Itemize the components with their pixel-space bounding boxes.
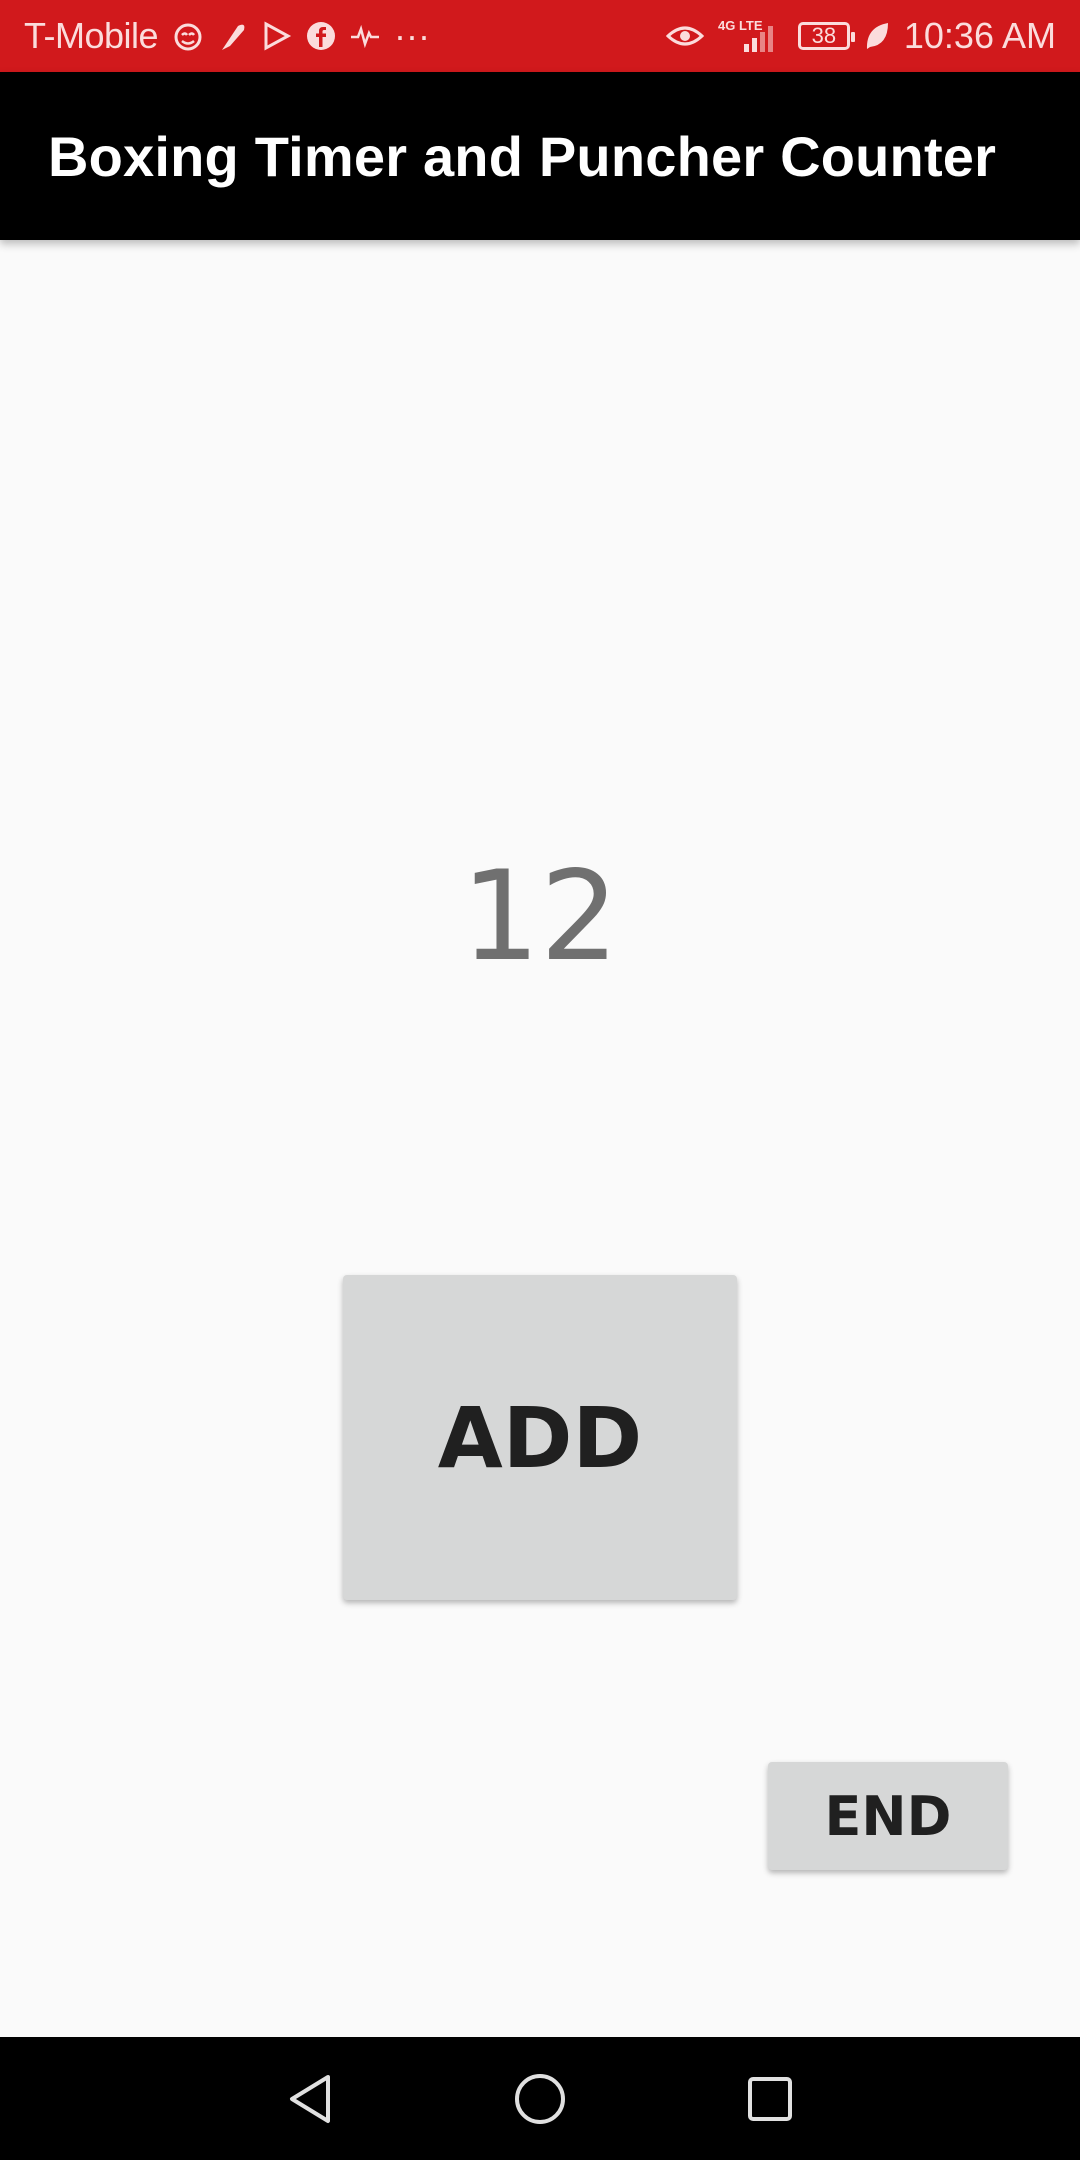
status-left: T-Mobile ···	[24, 15, 430, 57]
carrier-name: T-Mobile	[24, 15, 159, 56]
signal-icon: 4G LTE	[718, 18, 784, 54]
eye-icon	[665, 22, 704, 50]
navigation-bar	[0, 2037, 1080, 2160]
end-button[interactable]: END	[768, 1762, 1008, 1870]
facebook-icon	[306, 21, 336, 51]
feather-icon	[218, 20, 248, 52]
cat-face-icon	[172, 20, 204, 52]
battery-level: 38	[811, 23, 837, 48]
network-type-label: 4G LTE	[718, 18, 763, 33]
clock: 10:36 AM	[903, 15, 1056, 56]
battery-icon: 38	[797, 22, 855, 50]
play-store-icon	[262, 21, 292, 51]
app-title: Boxing Timer and Puncher Counter	[48, 124, 997, 188]
punch-count: 12	[461, 845, 619, 989]
status-bar: T-Mobile ··· 4G LTE 38 10:36 AM	[0, 0, 1080, 72]
status-right: 4G LTE 38 10:36 AM	[665, 15, 1056, 57]
overflow-indicator: ···	[394, 15, 431, 56]
add-button[interactable]: ADD	[343, 1275, 737, 1600]
back-icon[interactable]	[270, 2059, 350, 2139]
app-bar: Boxing Timer and Puncher Counter	[0, 72, 1080, 240]
leaf-icon	[864, 21, 890, 51]
pulse-icon	[350, 24, 380, 48]
recents-icon[interactable]	[730, 2059, 810, 2139]
home-icon[interactable]	[500, 2059, 580, 2139]
